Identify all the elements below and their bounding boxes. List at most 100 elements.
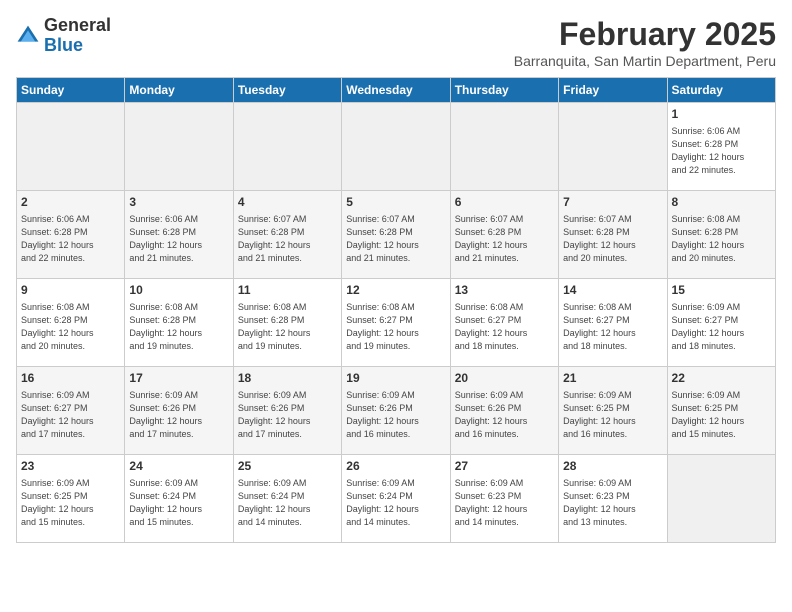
day-number: 4 <box>238 194 337 211</box>
calendar-cell: 8Sunrise: 6:08 AM Sunset: 6:28 PM Daylig… <box>667 191 775 279</box>
calendar-cell: 24 Sunrise: 6:09 AM Sunset: 6:24 PM Dayli… <box>125 455 233 543</box>
calendar-cell: 1 Sunrise: 6:06 AM Sunset: 6:28 PM Daylig… <box>667 103 775 191</box>
day-number: 18 <box>238 370 337 387</box>
header-tuesday: Tuesday <box>233 78 341 103</box>
calendar-cell <box>450 103 558 191</box>
cell-info: Sunrise: 6:09 AM Sunset: 6:25 PM Dayligh… <box>672 389 771 441</box>
header-friday: Friday <box>559 78 667 103</box>
calendar-cell: 16 Sunrise: 6:09 AM Sunset: 6:27 PM Dayli… <box>17 367 125 455</box>
calendar-cell: 12 Sunrise: 6:08 AM Sunset: 6:27 PM Dayli… <box>342 279 450 367</box>
cell-info: Sunrise: 6:09 AM Sunset: 6:26 PM Dayligh… <box>455 389 554 441</box>
day-number: 26 <box>346 458 445 475</box>
header-sunday: Sunday <box>17 78 125 103</box>
week-row-3: 9Sunrise: 6:08 AM Sunset: 6:28 PM Daylig… <box>17 279 776 367</box>
day-number: 13 <box>455 282 554 299</box>
day-number: 7 <box>563 194 662 211</box>
header-thursday: Thursday <box>450 78 558 103</box>
day-number: 17 <box>129 370 228 387</box>
page-header: General Blue February 2025 Barranquita, … <box>16 16 776 69</box>
cell-info: Sunrise: 6:06 AM Sunset: 6:28 PM Dayligh… <box>672 125 771 177</box>
month-title: February 2025 <box>514 16 776 53</box>
calendar-cell <box>233 103 341 191</box>
cell-info: Sunrise: 6:08 AM Sunset: 6:28 PM Dayligh… <box>129 301 228 353</box>
calendar-cell: 7 Sunrise: 6:07 AM Sunset: 6:28 PM Daylig… <box>559 191 667 279</box>
cell-info: Sunrise: 6:09 AM Sunset: 6:25 PM Dayligh… <box>563 389 662 441</box>
day-number: 19 <box>346 370 445 387</box>
day-number: 8 <box>672 194 771 211</box>
calendar-cell <box>125 103 233 191</box>
cell-info: Sunrise: 6:09 AM Sunset: 6:27 PM Dayligh… <box>21 389 120 441</box>
day-number: 15 <box>672 282 771 299</box>
day-number: 1 <box>672 106 771 123</box>
day-number: 27 <box>455 458 554 475</box>
day-number: 3 <box>129 194 228 211</box>
day-number: 2 <box>21 194 120 211</box>
logo-general-text: General <box>44 15 111 35</box>
day-number: 10 <box>129 282 228 299</box>
calendar-cell: 6Sunrise: 6:07 AM Sunset: 6:28 PM Daylig… <box>450 191 558 279</box>
calendar-cell: 13 Sunrise: 6:08 AM Sunset: 6:27 PM Dayli… <box>450 279 558 367</box>
week-row-5: 23Sunrise: 6:09 AM Sunset: 6:25 PM Dayli… <box>17 455 776 543</box>
day-number: 5 <box>346 194 445 211</box>
location: Barranquita, San Martin Department, Peru <box>514 53 776 69</box>
cell-info: Sunrise: 6:09 AM Sunset: 6:26 PM Dayligh… <box>129 389 228 441</box>
day-number: 20 <box>455 370 554 387</box>
day-number: 16 <box>21 370 120 387</box>
days-header-row: SundayMondayTuesdayWednesdayThursdayFrid… <box>17 78 776 103</box>
calendar-cell: 20 Sunrise: 6:09 AM Sunset: 6:26 PM Dayli… <box>450 367 558 455</box>
day-number: 21 <box>563 370 662 387</box>
calendar-cell: 28 Sunrise: 6:09 AM Sunset: 6:23 PM Dayli… <box>559 455 667 543</box>
cell-info: Sunrise: 6:07 AM Sunset: 6:28 PM Dayligh… <box>238 213 337 265</box>
calendar-cell: 22 Sunrise: 6:09 AM Sunset: 6:25 PM Dayli… <box>667 367 775 455</box>
week-row-1: 1 Sunrise: 6:06 AM Sunset: 6:28 PM Daylig… <box>17 103 776 191</box>
cell-info: Sunrise: 6:09 AM Sunset: 6:27 PM Dayligh… <box>672 301 771 353</box>
cell-info: Sunrise: 6:07 AM Sunset: 6:28 PM Dayligh… <box>455 213 554 265</box>
cell-info: Sunrise: 6:08 AM Sunset: 6:28 PM Dayligh… <box>21 301 120 353</box>
cell-info: Sunrise: 6:06 AM Sunset: 6:28 PM Dayligh… <box>129 213 228 265</box>
day-number: 28 <box>563 458 662 475</box>
cell-info: Sunrise: 6:09 AM Sunset: 6:24 PM Dayligh… <box>346 477 445 529</box>
header-wednesday: Wednesday <box>342 78 450 103</box>
cell-info: Sunrise: 6:09 AM Sunset: 6:24 PM Dayligh… <box>129 477 228 529</box>
calendar-cell <box>17 103 125 191</box>
cell-info: Sunrise: 6:08 AM Sunset: 6:28 PM Dayligh… <box>238 301 337 353</box>
calendar-cell: 14 Sunrise: 6:08 AM Sunset: 6:27 PM Dayli… <box>559 279 667 367</box>
logo-icon <box>16 24 40 48</box>
calendar-cell: 4 Sunrise: 6:07 AM Sunset: 6:28 PM Daylig… <box>233 191 341 279</box>
week-row-2: 2 Sunrise: 6:06 AM Sunset: 6:28 PM Daylig… <box>17 191 776 279</box>
calendar-cell: 23Sunrise: 6:09 AM Sunset: 6:25 PM Dayli… <box>17 455 125 543</box>
calendar-cell <box>342 103 450 191</box>
day-number: 14 <box>563 282 662 299</box>
day-number: 12 <box>346 282 445 299</box>
calendar-cell: 3 Sunrise: 6:06 AM Sunset: 6:28 PM Daylig… <box>125 191 233 279</box>
calendar-cell: 15 Sunrise: 6:09 AM Sunset: 6:27 PM Dayli… <box>667 279 775 367</box>
calendar-cell: 10 Sunrise: 6:08 AM Sunset: 6:28 PM Dayli… <box>125 279 233 367</box>
calendar-cell: 19Sunrise: 6:09 AM Sunset: 6:26 PM Dayli… <box>342 367 450 455</box>
logo-blue-text: Blue <box>44 35 83 55</box>
header-monday: Monday <box>125 78 233 103</box>
cell-info: Sunrise: 6:08 AM Sunset: 6:27 PM Dayligh… <box>455 301 554 353</box>
cell-info: Sunrise: 6:07 AM Sunset: 6:28 PM Dayligh… <box>563 213 662 265</box>
day-number: 25 <box>238 458 337 475</box>
title-block: February 2025 Barranquita, San Martin De… <box>514 16 776 69</box>
cell-info: Sunrise: 6:09 AM Sunset: 6:23 PM Dayligh… <box>455 477 554 529</box>
calendar-cell: 21 Sunrise: 6:09 AM Sunset: 6:25 PM Dayli… <box>559 367 667 455</box>
day-number: 22 <box>672 370 771 387</box>
calendar-cell: 26 Sunrise: 6:09 AM Sunset: 6:24 PM Dayli… <box>342 455 450 543</box>
cell-info: Sunrise: 6:08 AM Sunset: 6:27 PM Dayligh… <box>563 301 662 353</box>
header-saturday: Saturday <box>667 78 775 103</box>
cell-info: Sunrise: 6:09 AM Sunset: 6:24 PM Dayligh… <box>238 477 337 529</box>
week-row-4: 16 Sunrise: 6:09 AM Sunset: 6:27 PM Dayli… <box>17 367 776 455</box>
calendar-cell: 18 Sunrise: 6:09 AM Sunset: 6:26 PM Dayli… <box>233 367 341 455</box>
cell-info: Sunrise: 6:09 AM Sunset: 6:26 PM Dayligh… <box>238 389 337 441</box>
calendar-cell: 27 Sunrise: 6:09 AM Sunset: 6:23 PM Dayli… <box>450 455 558 543</box>
logo: General Blue <box>16 16 111 56</box>
calendar-cell <box>559 103 667 191</box>
day-number: 24 <box>129 458 228 475</box>
calendar-cell: 17 Sunrise: 6:09 AM Sunset: 6:26 PM Dayli… <box>125 367 233 455</box>
cell-info: Sunrise: 6:06 AM Sunset: 6:28 PM Dayligh… <box>21 213 120 265</box>
cell-info: Sunrise: 6:09 AM Sunset: 6:23 PM Dayligh… <box>563 477 662 529</box>
calendar-cell: 11Sunrise: 6:08 AM Sunset: 6:28 PM Dayli… <box>233 279 341 367</box>
cell-info: Sunrise: 6:08 AM Sunset: 6:27 PM Dayligh… <box>346 301 445 353</box>
calendar-table: SundayMondayTuesdayWednesdayThursdayFrid… <box>16 77 776 543</box>
